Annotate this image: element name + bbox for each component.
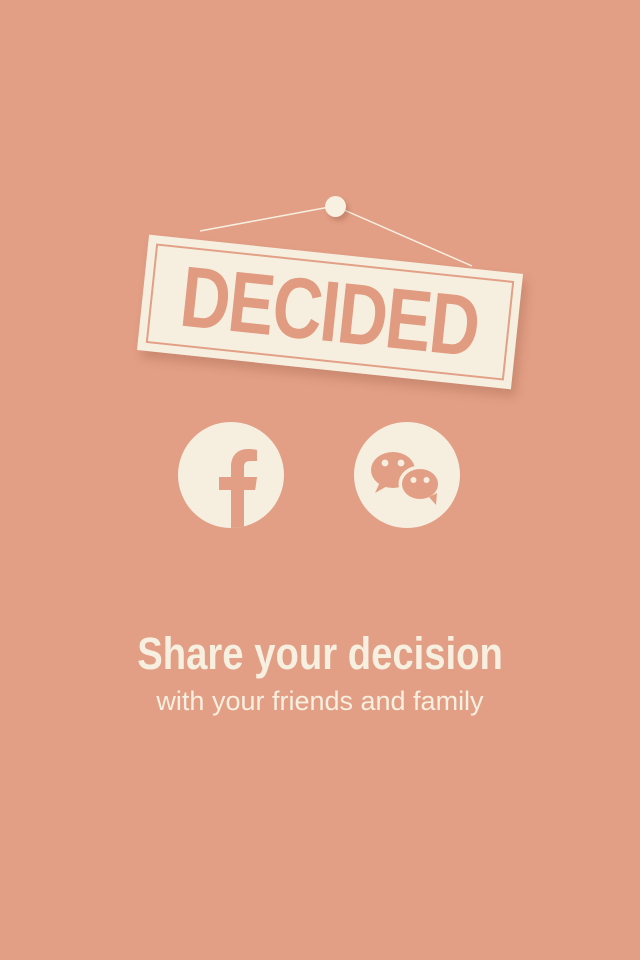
hanging-sign: DECIDED xyxy=(0,0,640,420)
wechat-share-button[interactable] xyxy=(354,422,460,528)
wechat-icon xyxy=(371,452,442,505)
facebook-share-button[interactable] xyxy=(178,422,284,528)
share-subtitle: with your friends and family xyxy=(156,686,484,716)
share-screen: DECIDED Share your decision with your fr… xyxy=(0,0,640,960)
share-title-text: Share your decision xyxy=(137,628,503,679)
share-title: Share your decision xyxy=(0,626,640,682)
facebook-icon xyxy=(219,449,257,528)
sign-label: DECIDED xyxy=(176,248,484,376)
sign-pin xyxy=(325,196,346,217)
